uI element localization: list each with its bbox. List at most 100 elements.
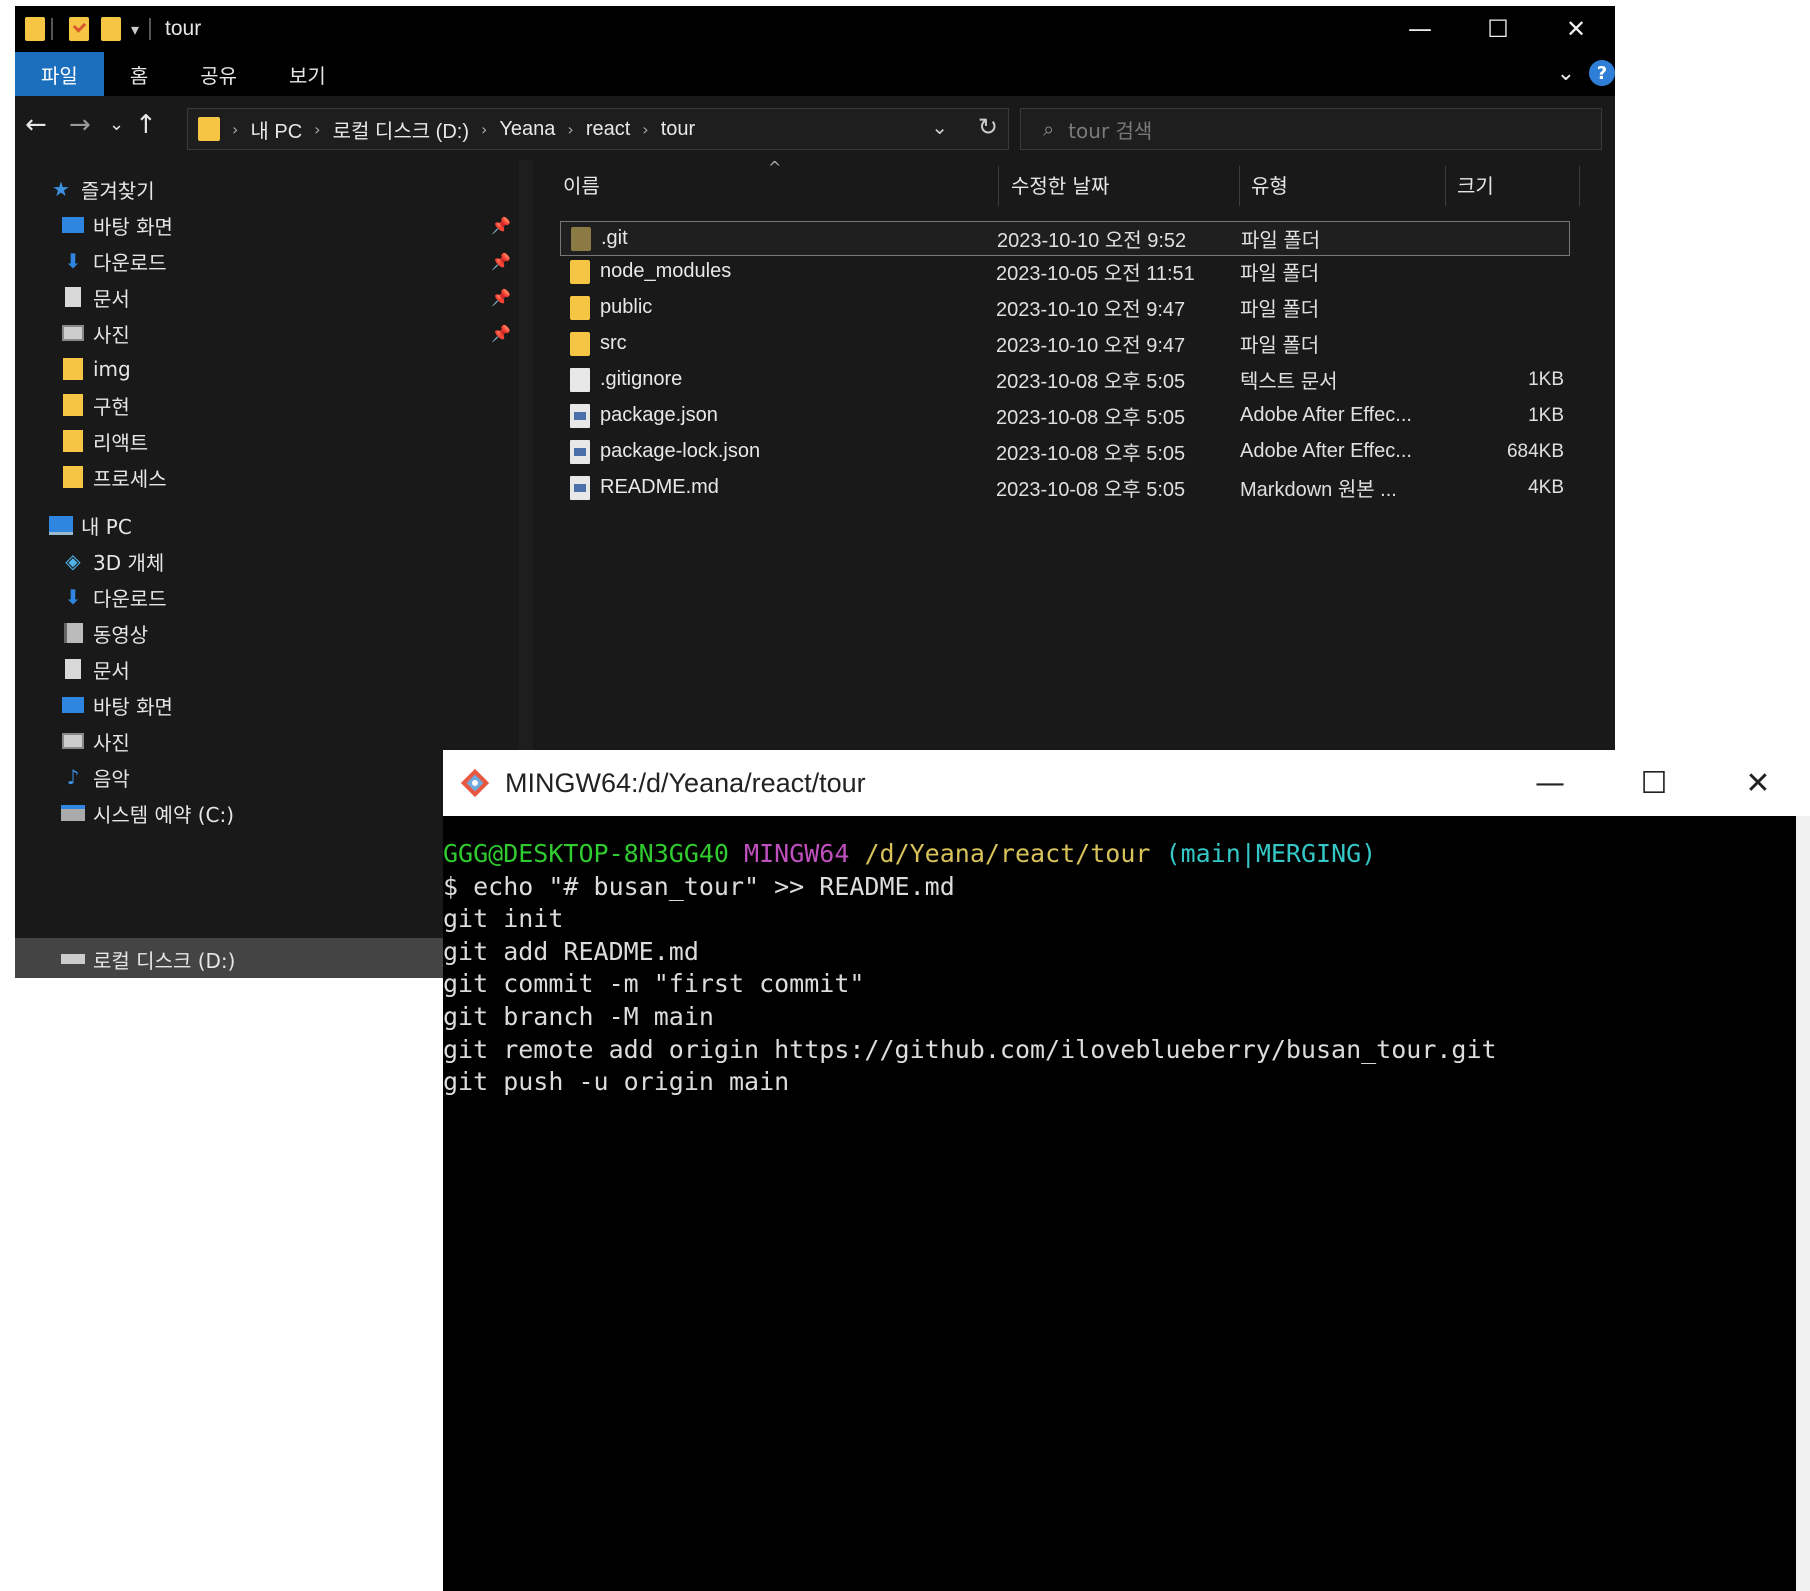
tab-file[interactable]: 파일: [15, 52, 104, 96]
nav-item-videos[interactable]: 동영상: [61, 618, 148, 648]
terminal-title: MINGW64:/d/Yeana/react/tour: [505, 767, 866, 798]
nav-item-desktop[interactable]: 바탕 화면: [61, 210, 173, 240]
file-name: .git: [601, 227, 628, 249]
markdown-file-icon: [570, 475, 590, 500]
folder-icon: [61, 358, 85, 380]
file-type: 파일 폴더: [1240, 299, 1320, 321]
search-input[interactable]: ⌕ tour 검색: [1020, 108, 1602, 150]
nav-label: 문서: [93, 658, 130, 683]
tab-home[interactable]: 홈: [104, 52, 174, 96]
file-row[interactable]: node_modules 2023-10-05 오전 11:51 파일 폴더: [560, 255, 1568, 288]
column-header-name[interactable]: 이름: [563, 170, 600, 199]
nav-item-process[interactable]: 프로세스: [61, 462, 167, 492]
terminal-scrollbar[interactable]: [1796, 816, 1810, 1591]
file-date: 2023-10-10 오전 9:47: [996, 335, 1186, 357]
drive-icon: [61, 802, 85, 824]
column-header-size[interactable]: 크기: [1457, 170, 1494, 199]
file-row[interactable]: public 2023-10-10 오전 9:47 파일 폴더: [560, 291, 1568, 324]
back-arrow-icon[interactable]: ←: [25, 110, 47, 140]
address-history-chevron-icon[interactable]: ⌄: [931, 115, 948, 139]
pin-icon[interactable]: 📌: [491, 252, 511, 271]
nav-item-desktop-pc[interactable]: 바탕 화면: [61, 690, 173, 720]
file-type: Adobe After Effec...: [1240, 404, 1412, 426]
nav-quick-access[interactable]: ★ 즐겨찾기: [49, 174, 155, 204]
nav-item-downloads[interactable]: ⬇ 다운로드: [61, 246, 167, 276]
folder-icon: [571, 226, 591, 251]
folder-icon: [570, 331, 590, 356]
file-size: 4KB: [1528, 476, 1564, 498]
minimize-button[interactable]: —: [1381, 6, 1459, 52]
nav-item-pictures[interactable]: 사진: [61, 318, 130, 348]
json-file-icon: [570, 403, 590, 428]
terminal-close-button[interactable]: ✕: [1706, 750, 1810, 816]
file-date: 2023-10-08 오후 5:05: [996, 443, 1186, 465]
file-row[interactable]: .gitignore 2023-10-08 오후 5:05 텍스트 문서 1KB: [560, 363, 1568, 396]
file-row[interactable]: README.md 2023-10-08 오후 5:05 Markdown 원본…: [560, 471, 1568, 504]
nav-item-img[interactable]: img: [61, 354, 131, 384]
nav-item-pictures-pc[interactable]: 사진: [61, 726, 130, 756]
address-box[interactable]: › 내 PC › 로컬 디스크 (D:) › Yeana › react › t…: [187, 108, 1009, 150]
file-name: node_modules: [600, 260, 732, 282]
column-divider[interactable]: [998, 166, 999, 206]
nav-item-documents[interactable]: 문서: [61, 282, 130, 312]
terminal-minimize-button[interactable]: —: [1498, 750, 1602, 816]
nav-label: 다운로드: [93, 586, 167, 611]
nav-label: 문서: [93, 286, 130, 311]
terminal-maximize-button[interactable]: ☐: [1602, 750, 1706, 816]
tab-view[interactable]: 보기: [263, 52, 352, 96]
file-row[interactable]: package.json 2023-10-08 오후 5:05 Adobe Af…: [560, 399, 1568, 432]
prompt-system: MINGW64: [744, 839, 850, 868]
column-divider[interactable]: [1445, 166, 1446, 206]
nav-item-documents-pc[interactable]: 문서: [61, 654, 130, 684]
pin-icon[interactable]: 📌: [491, 324, 511, 343]
column-divider[interactable]: [1239, 166, 1240, 206]
refresh-icon[interactable]: ↻: [978, 113, 998, 141]
tab-share[interactable]: 공유: [174, 52, 263, 96]
pin-icon[interactable]: 📌: [491, 216, 511, 235]
drive-icon: [61, 948, 85, 970]
customize-toolbar-dropdown-icon[interactable]: ▾: [131, 20, 139, 39]
nav-item-local-disk-d[interactable]: 로컬 디스크 (D:): [61, 944, 235, 974]
file-row[interactable]: .git 2023-10-10 오전 9:52 파일 폴더: [560, 221, 1570, 256]
new-folder-icon[interactable]: [101, 17, 121, 41]
up-arrow-icon[interactable]: ↑: [135, 110, 157, 140]
nav-item-react[interactable]: 리액트: [61, 426, 148, 456]
nav-item-music[interactable]: ♪ 음악: [61, 762, 130, 792]
breadcrumb-react[interactable]: react: [586, 118, 630, 141]
file-size: 1KB: [1528, 404, 1564, 426]
recent-locations-chevron-icon[interactable]: ⌄: [109, 114, 124, 135]
file-row[interactable]: src 2023-10-10 오전 9:47 파일 폴더: [560, 327, 1568, 360]
file-name: README.md: [600, 476, 719, 498]
search-placeholder: tour 검색: [1068, 118, 1153, 143]
file-row[interactable]: package-lock.json 2023-10-08 오후 5:05 Ado…: [560, 435, 1568, 468]
file-date: 2023-10-10 오전 9:52: [997, 230, 1187, 252]
download-arrow-icon: ⬇: [64, 249, 82, 273]
download-arrow-icon: ⬇: [64, 585, 82, 609]
prompt-path: /d/Yeana/react/tour: [864, 839, 1151, 868]
folder-icon: [25, 17, 45, 41]
file-size: 1KB: [1528, 368, 1564, 390]
column-header-date[interactable]: 수정한 날짜: [1011, 170, 1109, 199]
forward-arrow-icon[interactable]: →: [69, 110, 91, 140]
breadcrumb-this-pc[interactable]: 내 PC: [250, 115, 302, 144]
close-button[interactable]: ✕: [1537, 6, 1615, 52]
properties-icon[interactable]: [69, 17, 89, 41]
column-divider[interactable]: [1579, 166, 1580, 206]
help-icon[interactable]: ?: [1589, 60, 1615, 86]
window-title: tour: [165, 17, 202, 40]
nav-this-pc[interactable]: 내 PC: [49, 510, 132, 540]
breadcrumb-local-disk-d[interactable]: 로컬 디스크 (D:): [333, 115, 469, 144]
ribbon-tabs: 파일 홈 공유 보기 ⌄ ?: [15, 52, 1615, 96]
maximize-button[interactable]: ☐: [1459, 6, 1537, 52]
breadcrumb-separator: ›: [314, 119, 321, 139]
terminal-output[interactable]: GGG@DESKTOP-8N3GG40 MINGW64 /d/Yeana/rea…: [443, 816, 1810, 1591]
column-header-type[interactable]: 유형: [1251, 170, 1288, 199]
breadcrumb-yeana[interactable]: Yeana: [499, 118, 555, 141]
nav-item-downloads-pc[interactable]: ⬇ 다운로드: [61, 582, 167, 612]
pin-icon[interactable]: 📌: [491, 288, 511, 307]
nav-item-3d-objects[interactable]: ◈ 3D 개체: [61, 546, 164, 576]
expand-ribbon-chevron-icon[interactable]: ⌄: [1557, 61, 1575, 86]
breadcrumb-tour[interactable]: tour: [661, 118, 695, 141]
nav-item-system-reserved-c[interactable]: 시스템 예약 (C:): [61, 798, 234, 828]
nav-item-implementation[interactable]: 구현: [61, 390, 130, 420]
